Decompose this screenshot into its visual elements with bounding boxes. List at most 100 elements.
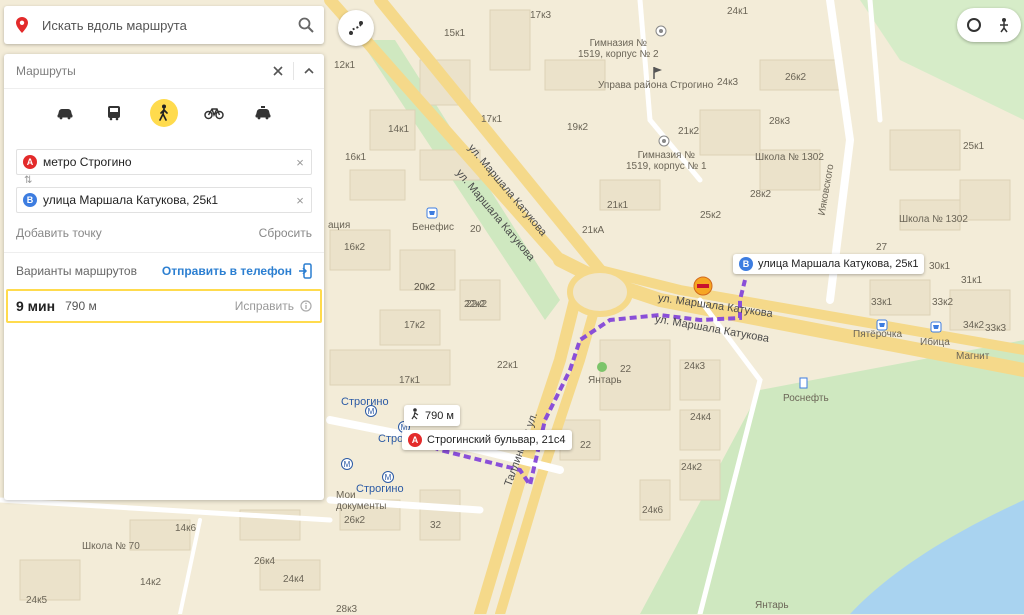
search-bar (4, 6, 324, 44)
svg-text:M: M (344, 460, 351, 469)
search-input[interactable] (40, 16, 288, 34)
shop-icon[interactable] (876, 318, 888, 336)
building-number: 15к1 (444, 28, 466, 39)
building-number: 19к2 (567, 122, 589, 133)
mode-car-button[interactable] (51, 99, 79, 127)
send-to-phone-link[interactable]: Отправить в телефон (162, 263, 312, 279)
fix-route-label: Исправить (234, 299, 294, 313)
close-icon (273, 66, 283, 76)
building-number: 31к1 (961, 275, 983, 286)
route-time: 9 мин (16, 298, 56, 314)
mode-bus-button[interactable] (100, 99, 128, 127)
building-number: 28к2 (750, 189, 772, 200)
mode-bike-button[interactable] (200, 99, 228, 127)
place-label: Магнит (956, 351, 990, 362)
fix-route-link[interactable]: Исправить (235, 299, 312, 313)
collapse-button[interactable] (294, 54, 324, 88)
route-panel: Маршруты A метро Строгино × ⇅ B улица Ма… (4, 54, 324, 500)
clear-point-a-button[interactable]: × (289, 155, 311, 170)
bike-icon (203, 108, 224, 120)
place-label: Школа № 1302 (755, 152, 824, 163)
metro-icon[interactable]: M (341, 457, 353, 475)
building-number: 33к1 (871, 297, 893, 308)
building-number: 33к3 (985, 323, 1007, 334)
route-distance: 790 м (425, 409, 454, 422)
clear-point-b-button[interactable]: × (289, 193, 311, 208)
building-number: 12к1 (334, 60, 356, 71)
building-number: 17к2 (404, 320, 426, 331)
place-label: ация (328, 220, 351, 231)
mode-walk-button[interactable] (149, 99, 178, 127)
building-number: 24к2 (681, 462, 703, 473)
building-number: 14к2 (140, 577, 162, 588)
metro-icon[interactable]: M (365, 404, 377, 422)
add-point-link[interactable]: Добавить точку (16, 226, 102, 240)
place-label: Мои документы (336, 490, 387, 512)
building-number: 22 (620, 364, 632, 375)
building-number: 24к4 (283, 574, 305, 585)
distance-callout[interactable]: 790 м (404, 405, 460, 426)
close-button[interactable] (263, 54, 293, 88)
route-option[interactable]: 9 мин 790 м Исправить (6, 289, 322, 323)
layers-control[interactable] (957, 8, 1021, 42)
fuel-icon[interactable] (798, 376, 810, 395)
point-b-field[interactable]: B улица Маршала Катукова, 25к1 × (16, 187, 312, 213)
start-address: Строгинский бульвар, 21с4 (427, 434, 566, 446)
destination-callout[interactable]: B улица Маршала Катукова, 25к1 (733, 254, 925, 274)
compass-icon[interactable] (959, 17, 989, 33)
shop-icon[interactable] (930, 320, 942, 338)
metro-icon[interactable]: M (382, 470, 394, 488)
building-number: 21к2 (678, 126, 700, 137)
route-distance-value: 790 м (65, 299, 97, 313)
building-number: 20к2 (414, 282, 436, 293)
building-number: 28к3 (769, 116, 791, 127)
swap-points-button[interactable]: ⇅ (24, 175, 324, 187)
route-icon (349, 21, 363, 35)
search-button[interactable] (288, 17, 324, 33)
panel-title: Маршруты (16, 64, 76, 78)
taxi-icon (255, 106, 271, 120)
building-number: 24к4 (690, 412, 712, 423)
walk-icon (159, 104, 168, 121)
search-icon (298, 17, 314, 33)
point-a-marker: A (408, 433, 422, 447)
chevron-up-icon (304, 67, 314, 74)
start-callout[interactable]: A Строгинский бульвар, 21с4 (402, 430, 572, 450)
building-number: 17к1 (481, 114, 503, 125)
building-number: 27 (876, 242, 888, 253)
variants-label: Варианты маршрутов (16, 264, 137, 278)
shop-icon[interactable] (426, 206, 438, 224)
svg-text:M: M (368, 407, 375, 416)
building-number: 14к1 (388, 124, 410, 135)
building-number: 22 (580, 440, 592, 451)
school-icon[interactable] (655, 24, 667, 42)
walk-icon (410, 408, 420, 423)
point-b-value[interactable]: улица Маршала Катукова, 25к1 (43, 193, 289, 207)
building-number: 24к6 (642, 505, 664, 516)
reset-link[interactable]: Сбросить (259, 226, 312, 240)
route-options-button[interactable] (338, 10, 374, 46)
building-number: 25к2 (700, 210, 722, 221)
building-number: 28к3 (336, 604, 358, 615)
mall-icon[interactable] (596, 360, 608, 378)
destination-address: улица Маршала Катукова, 25к1 (758, 258, 919, 270)
building-number: 24к5 (26, 595, 48, 606)
flag-icon[interactable] (652, 66, 664, 85)
building-number: 22к1 (497, 360, 519, 371)
point-a-badge: A (23, 155, 37, 169)
building-number: 16к1 (345, 152, 367, 163)
burger-king-icon[interactable] (693, 276, 713, 301)
point-a-field[interactable]: A метро Строгино × (16, 149, 312, 175)
point-a-value[interactable]: метро Строгино (43, 155, 289, 169)
svg-text:M: M (385, 473, 392, 482)
school-icon[interactable] (658, 134, 670, 152)
building-number: 24к1 (727, 6, 749, 17)
building-number: 16к2 (344, 242, 366, 253)
mode-taxi-button[interactable] (249, 99, 277, 127)
panorama-icon[interactable] (989, 17, 1019, 33)
building-number: 20 (470, 224, 482, 235)
point-b-badge: B (23, 193, 37, 207)
roundabout (567, 267, 633, 317)
building-number: 24к3 (717, 77, 739, 88)
transport-modes (4, 89, 324, 131)
